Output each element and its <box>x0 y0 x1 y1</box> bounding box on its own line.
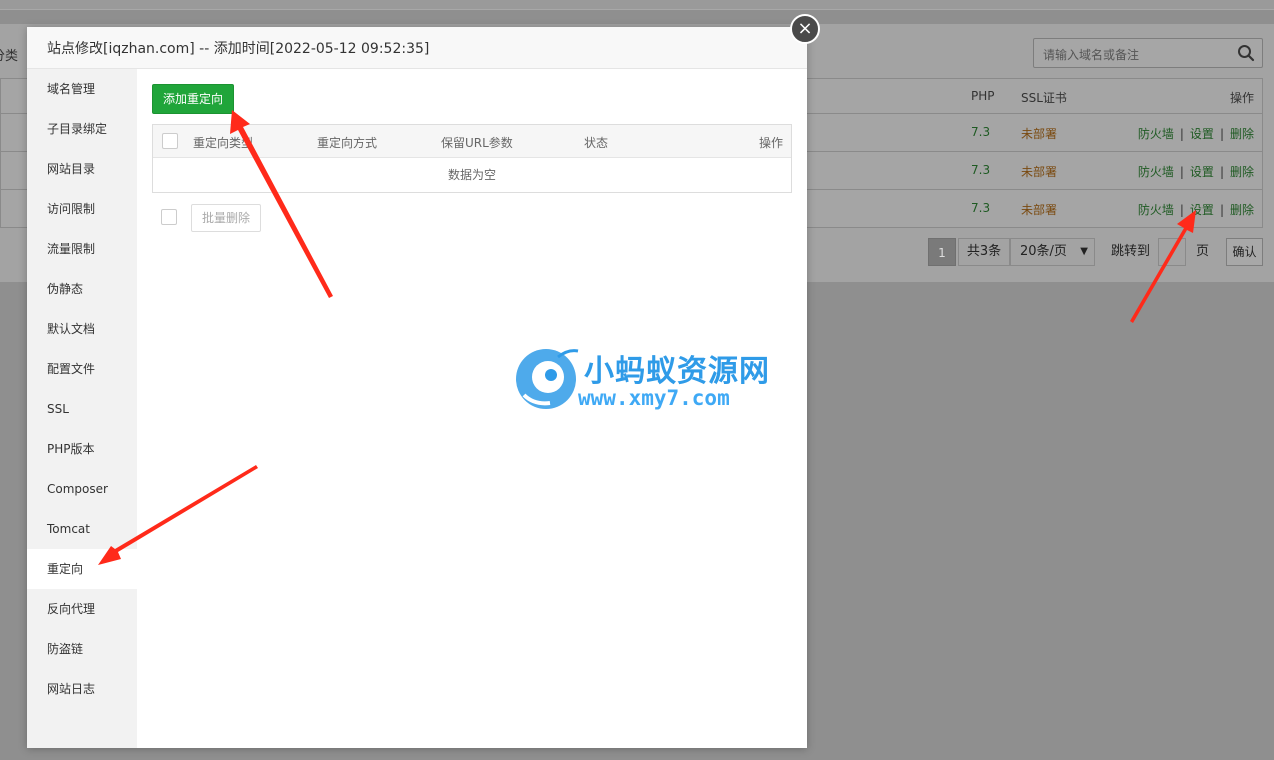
menu-item-site-log[interactable]: 网站日志 <box>27 669 137 709</box>
settings-link[interactable]: 设置 <box>1190 165 1214 179</box>
redirect-table: 重定向类型 重定向方式 保留URL参数 状态 操作 数据为空 <box>152 124 792 193</box>
ssl-status[interactable]: 未部署 <box>1021 201 1057 218</box>
empty-state-text: 数据为空 <box>447 168 496 182</box>
chevron-down-icon: ▼ <box>1080 246 1088 257</box>
separator: | <box>1179 165 1184 179</box>
watermark-title: 小蚂蚁资源网 <box>584 354 770 389</box>
row-actions: 防火墙 | 设置 | 删除 <box>1138 163 1254 180</box>
select-all-checkbox[interactable] <box>162 133 178 149</box>
pager-current-page[interactable]: 1 <box>928 238 956 266</box>
category-label[interactable]: 分类 <box>0 45 18 64</box>
watermark: 小蚂蚁资源网 www.xmy7.com <box>512 340 802 420</box>
delete-link[interactable]: 删除 <box>1230 203 1254 217</box>
firewall-link[interactable]: 防火墙 <box>1138 127 1174 141</box>
menu-item-php-version[interactable]: PHP版本 <box>27 429 137 469</box>
menu-item-config-file[interactable]: 配置文件 <box>27 349 137 389</box>
page-word: 页 <box>1196 244 1210 259</box>
menu-item-tomcat[interactable]: Tomcat <box>27 509 137 549</box>
separator: | <box>1179 127 1184 141</box>
header-ssl: SSL证书 <box>1021 91 1067 105</box>
separator: | <box>1219 127 1224 141</box>
batch-delete-button[interactable]: 批量删除 <box>191 204 261 232</box>
site-search-input[interactable]: 请输入域名或备注 <box>1033 38 1263 68</box>
search-icon[interactable] <box>1236 43 1256 63</box>
settings-side-menu: 域名管理 子目录绑定 网站目录 访问限制 流量限制 伪静态 默认文档 配置文件 … <box>27 69 137 748</box>
settings-link[interactable]: 设置 <box>1190 203 1214 217</box>
delete-link[interactable]: 删除 <box>1230 165 1254 179</box>
menu-item-reverse-proxy[interactable]: 反向代理 <box>27 589 137 629</box>
separator: | <box>1179 203 1184 217</box>
menu-item-composer[interactable]: Composer <box>27 469 137 509</box>
watermark-url: www.xmy7.com <box>578 386 730 410</box>
menu-item-redirect[interactable]: 重定向 <box>27 549 137 589</box>
separator: | <box>1219 203 1224 217</box>
menu-item-traffic-limit[interactable]: 流量限制 <box>27 229 137 269</box>
menu-item-site-dir[interactable]: 网站目录 <box>27 149 137 189</box>
pager-total: 共3条 <box>958 238 1010 266</box>
menu-item-subdir[interactable]: 子目录绑定 <box>27 109 137 149</box>
menu-item-ssl[interactable]: SSL <box>27 389 137 429</box>
table-header: 重定向类型 重定向方式 保留URL参数 状态 操作 <box>153 125 791 158</box>
add-redirect-button[interactable]: 添加重定向 <box>152 84 234 114</box>
ant-logo-icon <box>516 349 579 409</box>
php-version[interactable]: 7.3 <box>971 201 990 215</box>
ssl-status[interactable]: 未部署 <box>1021 125 1057 142</box>
per-page-select[interactable]: 20条/页 ▼ <box>1010 238 1095 266</box>
search-placeholder: 请输入域名或备注 <box>1043 48 1140 62</box>
php-version[interactable]: 7.3 <box>971 125 990 139</box>
header-redirect-type: 重定向类型 <box>193 136 254 150</box>
goto-confirm-button[interactable]: 确认 <box>1226 238 1263 266</box>
delete-link[interactable]: 删除 <box>1230 127 1254 141</box>
separator: | <box>1219 165 1224 179</box>
menu-item-default-doc[interactable]: 默认文档 <box>27 309 137 349</box>
settings-link[interactable]: 设置 <box>1190 127 1214 141</box>
header-status: 状态 <box>584 136 609 150</box>
header-php: PHP <box>971 89 995 103</box>
header-redirect-method: 重定向方式 <box>317 136 378 150</box>
row-actions: 防火墙 | 设置 | 删除 <box>1138 201 1254 218</box>
goto-label: 跳转到 <box>1111 244 1151 259</box>
menu-item-access-limit[interactable]: 访问限制 <box>27 189 137 229</box>
menu-item-rewrite[interactable]: 伪静态 <box>27 269 137 309</box>
php-version[interactable]: 7.3 <box>971 163 990 177</box>
batch-select-checkbox[interactable] <box>161 209 177 225</box>
top-bar <box>0 0 1274 10</box>
per-page-value: 20条/页 <box>1020 244 1067 259</box>
menu-item-domain[interactable]: 域名管理 <box>27 69 137 109</box>
row-actions: 防火墙 | 设置 | 删除 <box>1138 125 1254 142</box>
header-actions: 操作 <box>758 136 783 150</box>
goto-page-input[interactable] <box>1158 238 1186 266</box>
firewall-link[interactable]: 防火墙 <box>1138 203 1174 217</box>
menu-item-hotlink[interactable]: 防盗链 <box>27 629 137 669</box>
header-actions: 操作 <box>1229 91 1254 105</box>
firewall-link[interactable]: 防火墙 <box>1138 165 1174 179</box>
modal-title: 站点修改[iqzhan.com] -- 添加时间[2022-05-12 09:5… <box>47 41 430 57</box>
modal-header: 站点修改[iqzhan.com] -- 添加时间[2022-05-12 09:5… <box>27 27 807 69</box>
header-keep-url-params: 保留URL参数 <box>441 136 513 150</box>
close-button[interactable]: × <box>790 14 820 44</box>
ssl-status[interactable]: 未部署 <box>1021 163 1057 180</box>
